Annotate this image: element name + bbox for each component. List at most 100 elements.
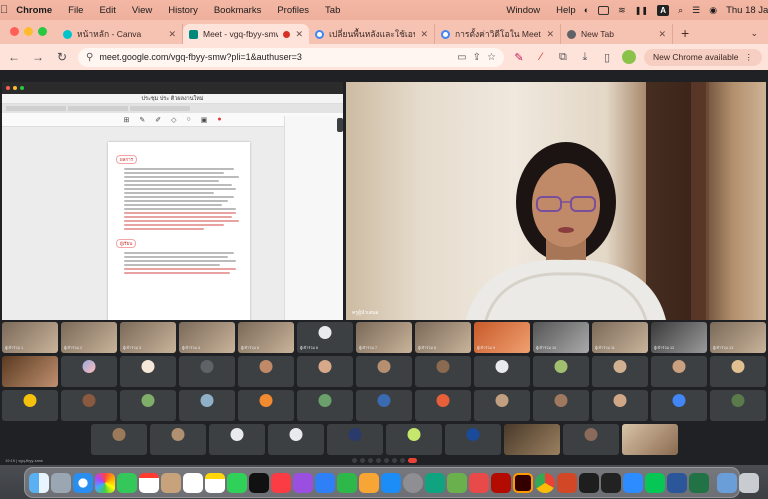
collapse-handle[interactable] [337,118,343,132]
mic-button[interactable] [352,458,357,463]
pen-extension-icon[interactable]: ✎ [512,51,526,64]
leave-call-button[interactable] [408,458,417,463]
mic-status-icon[interactable]: ◐ [584,5,589,15]
participant-tile[interactable] [710,356,766,387]
camera-button[interactable] [360,458,365,463]
line-icon[interactable] [645,472,665,493]
zoom-window-button[interactable] [38,27,47,36]
new-tab-button[interactable]: + [673,25,697,44]
more-options-button[interactable] [400,458,405,463]
participant-tile[interactable]: ผู้เข้าร่วม 4 [179,322,235,353]
powerpoint-icon[interactable] [557,472,577,493]
active-speaker-tile[interactable]: ครูผู้นำเสนอ [346,82,766,320]
participant-tile[interactable] [415,356,471,387]
address-bar[interactable]: ⚲ meet.google.com/vgq-fbyy-smw?pli=1&aut… [78,47,504,67]
participant-tile[interactable] [150,424,206,455]
terminal-icon[interactable] [579,472,599,493]
captions-button[interactable] [368,458,373,463]
participant-tile[interactable] [651,390,707,421]
close-window-button[interactable] [10,27,19,36]
tab-search-chevron-icon[interactable]: ⌄ [740,28,768,44]
menubar-clock[interactable]: Thu 18 Jan 19:19 [726,5,768,16]
participant-tile[interactable] [238,356,294,387]
participant-tile[interactable] [710,390,766,421]
acrobat-icon[interactable] [491,472,511,493]
participant-tile[interactable]: ผู้เข้าร่วม 3 [120,322,176,353]
downloads-folder-icon[interactable] [717,472,737,493]
pause-icon[interactable]: ❚❚ [635,6,648,15]
word-icon[interactable] [667,472,687,493]
camera-icon[interactable]: ▭ [457,52,466,63]
reminders-icon[interactable] [183,472,203,493]
app-store-icon[interactable] [381,472,401,493]
participant-tile[interactable] [592,390,648,421]
participant-tile[interactable] [327,424,383,455]
reactions-button[interactable] [376,458,381,463]
participant-tile[interactable] [651,356,707,387]
participant-tile[interactable]: ผู้เข้าร่วม 12 [651,322,707,353]
close-tab-icon[interactable]: ✕ [168,29,176,40]
battery-icon[interactable] [598,5,610,15]
participant-tile[interactable]: ผู้เข้าร่วม 1 [2,322,58,353]
participant-tile[interactable] [268,424,324,455]
participant-tile[interactable] [2,390,58,421]
download-icon[interactable]: ⤓ [578,51,592,64]
trash-icon[interactable] [739,472,759,493]
finder-icon[interactable] [29,472,49,493]
screen-share-tile[interactable]: ประชุม ประ ติวผลงานใหม่ ⊞ ✎ ✐ ◇ ○ ▣ ● ผล… [2,82,343,320]
close-tab-icon[interactable]: ✕ [546,29,554,40]
side-panel-icon[interactable]: ▯ [600,51,614,64]
facetime-icon[interactable] [227,472,247,493]
site-info-icon[interactable]: ⚲ [86,52,93,63]
menu-edit[interactable]: Edit [91,5,123,16]
search-icon[interactable]: ⌕ [678,5,683,16]
menu-window[interactable]: Window [498,5,548,16]
participant-tile[interactable]: ผู้เข้าร่วม 2 [61,322,117,353]
screenshot-icon[interactable] [469,472,489,493]
participant-tile[interactable] [2,356,58,387]
participant-tile[interactable]: ผู้เข้าร่วม 9 [474,322,530,353]
participant-tile[interactable] [474,356,530,387]
tv-icon[interactable] [249,472,269,493]
participant-tile[interactable] [504,424,560,455]
participant-tile[interactable]: ผู้เข้าร่วม 11 [592,322,648,353]
participant-tile[interactable] [297,390,353,421]
menu-history[interactable]: History [160,5,206,16]
wifi-icon[interactable]: ≋ [618,5,626,16]
participant-tile[interactable]: ผู้เข้าร่วม 13 [710,322,766,353]
extensions-puzzle-icon[interactable]: ⧉ [556,51,570,64]
siri-icon[interactable]: ◉ [709,5,717,16]
podcasts-icon[interactable] [293,472,313,493]
reload-icon[interactable]: ↻ [54,50,70,64]
participant-tile[interactable] [61,390,117,421]
participant-tile[interactable]: ผู้เข้าร่วม 5 [238,322,294,353]
participant-tile[interactable] [209,424,265,455]
menu-app-name[interactable]: Chrome [8,5,60,16]
notes-icon[interactable] [205,472,225,493]
tab-new-tab[interactable]: New Tab ✕ [561,24,673,44]
close-tab-icon[interactable]: ✕ [420,29,428,40]
system-settings-icon[interactable] [403,472,423,493]
participant-tile[interactable] [61,356,117,387]
participant-tile[interactable] [474,390,530,421]
participant-tile[interactable] [445,424,501,455]
tab-video-settings[interactable]: การตั้งค่าวิดีโอใน Meet - คอม ✕ [435,24,561,44]
participant-tile[interactable] [533,390,589,421]
tab-canva[interactable]: หน้าหลัก - Canva ✕ [57,24,183,44]
menu-profiles[interactable]: Profiles [269,5,317,16]
calendar-icon[interactable] [139,472,159,493]
minimize-window-button[interactable] [24,27,33,36]
participant-tile[interactable] [297,356,353,387]
participant-tile[interactable] [356,356,412,387]
share-icon[interactable]: ⇪ [473,52,481,63]
participant-tile[interactable]: ผู้เข้าร่วม 6 [297,322,353,353]
profile-avatar[interactable] [621,50,636,64]
participant-tile[interactable] [120,356,176,387]
close-tab-icon[interactable]: ✕ [295,29,303,40]
url-text[interactable]: meet.google.com/vgq-fbyy-smw?pli=1&authu… [99,52,451,62]
close-tab-icon[interactable]: ✕ [658,29,666,40]
numbers-icon[interactable] [337,472,357,493]
illustrator-icon[interactable] [513,472,533,493]
participant-tile[interactable] [356,390,412,421]
music-icon[interactable] [271,472,291,493]
